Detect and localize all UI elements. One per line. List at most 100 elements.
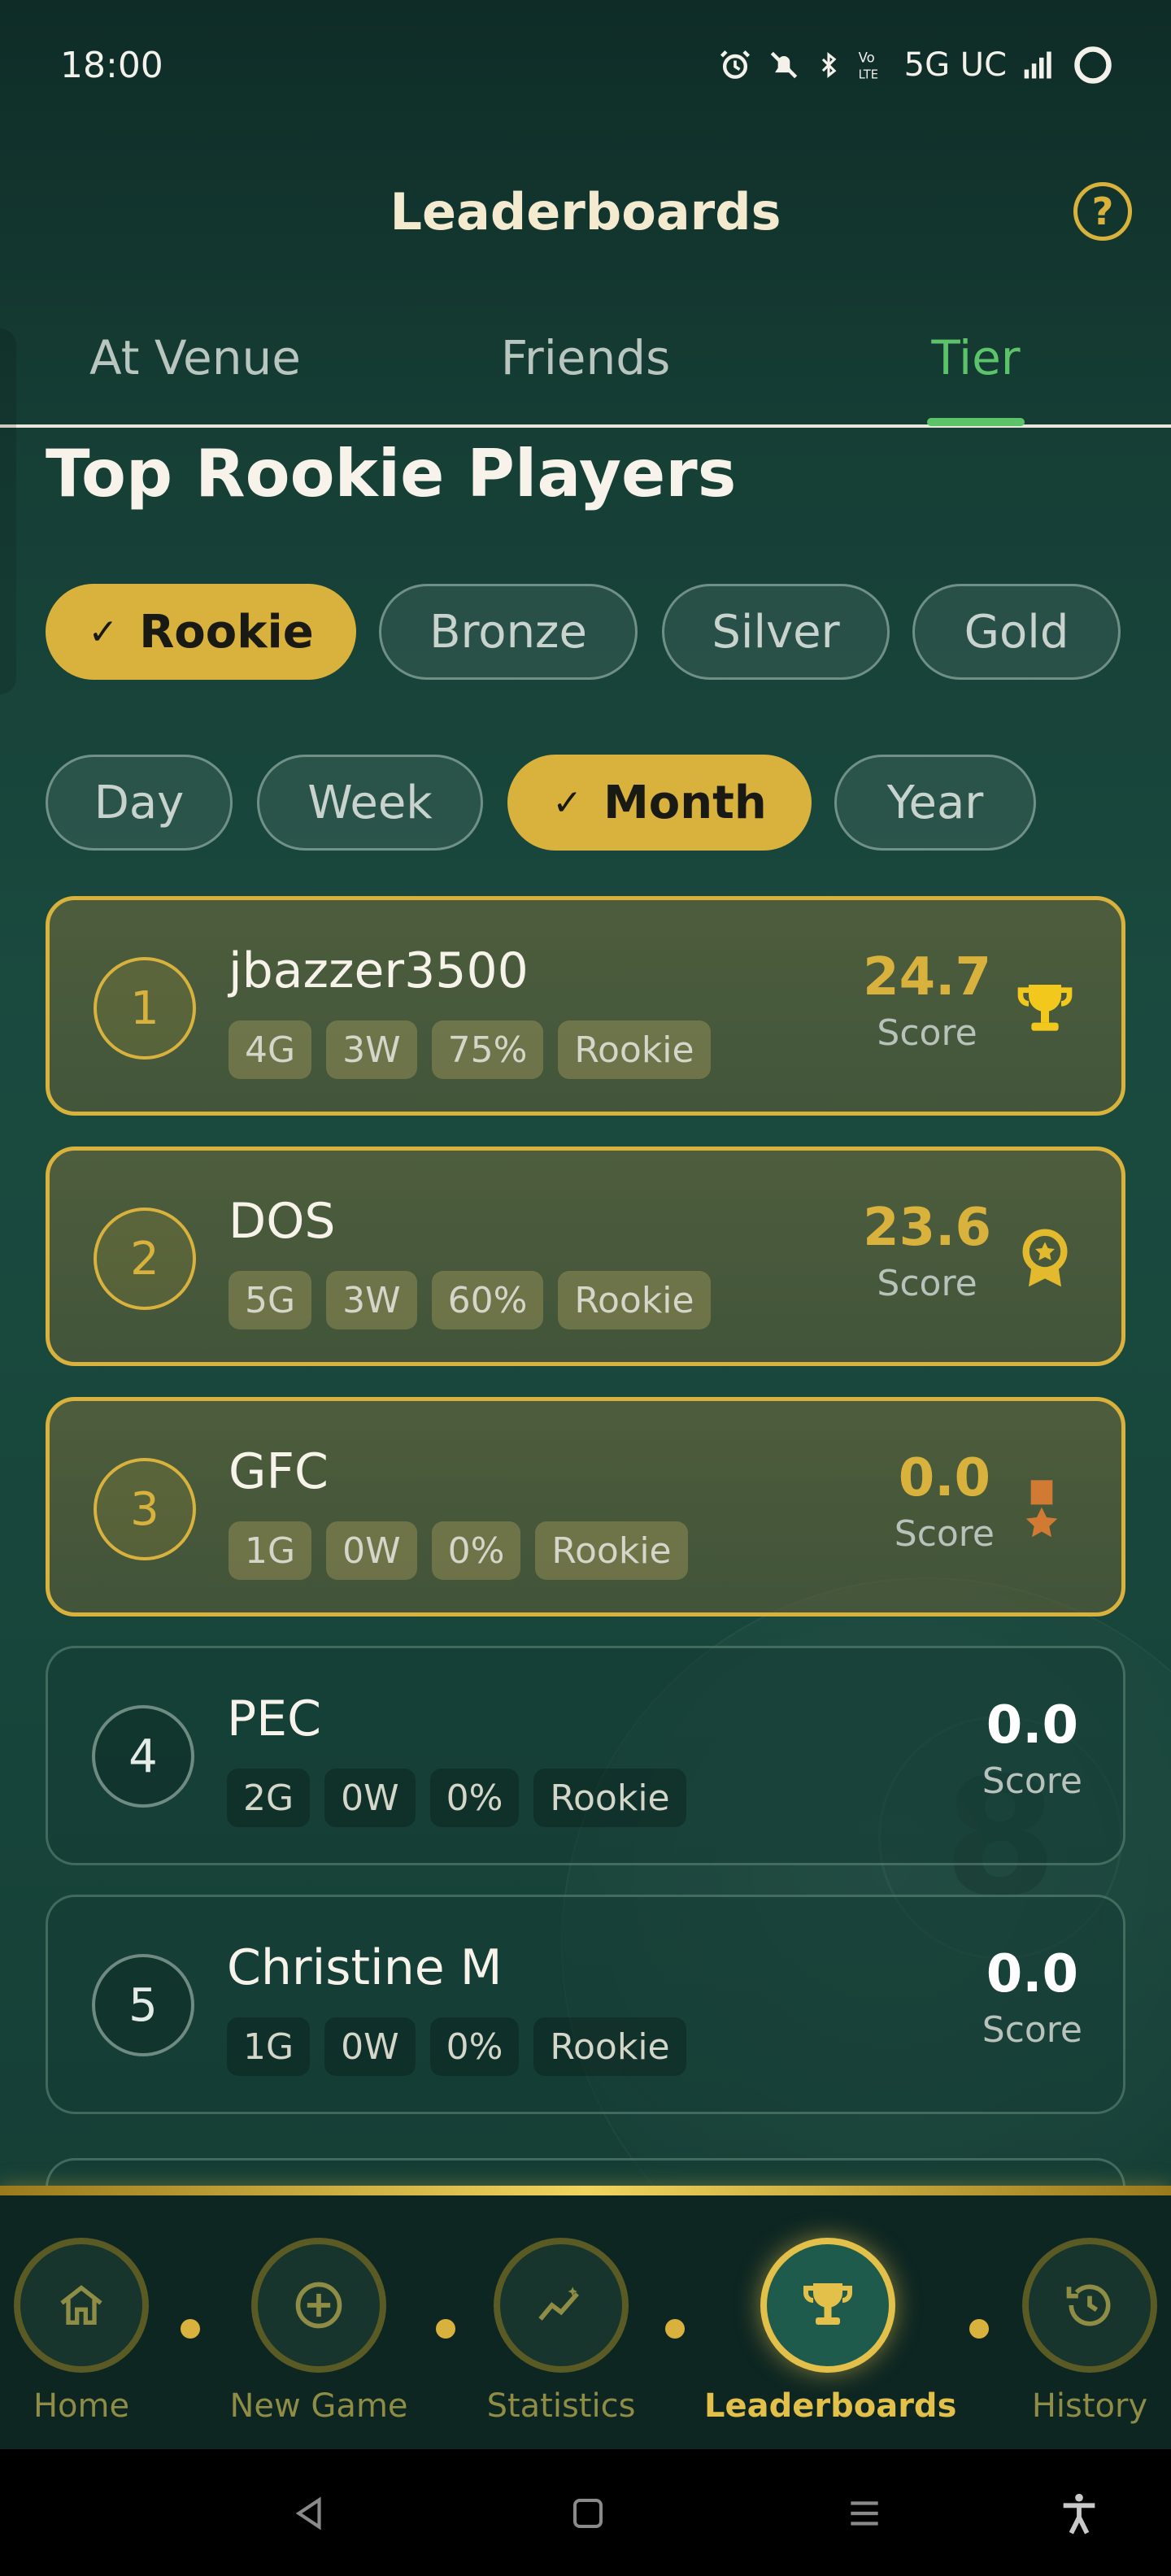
nav-label: Home <box>33 2387 130 2425</box>
signal-icon <box>1024 51 1051 79</box>
nav-label: Statistics <box>486 2387 636 2425</box>
tab-at-venue[interactable]: At Venue <box>49 309 342 407</box>
status-bar: 18:00 Vo LTE 5G UC <box>0 0 1171 130</box>
ribbon-icon <box>1025 1480 1058 1538</box>
rank-badge: 1 <box>94 957 196 1060</box>
score-label: Score <box>894 1513 995 1555</box>
app-header: Leaderboards ? <box>0 163 1171 260</box>
nav-new-game-circle <box>251 2238 386 2373</box>
chip-tier-rookie[interactable]: ✓ Rookie <box>46 584 356 680</box>
score-label: Score <box>877 1263 977 1304</box>
system-nav-bar <box>0 2449 1171 2576</box>
games-tag: 5G <box>229 1271 312 1329</box>
win-pct-tag: 75% <box>431 1020 544 1079</box>
bottom-nav: Home New Game Statistics Leaderboards Hi… <box>0 2192 1171 2449</box>
nav-history[interactable]: History <box>1008 2195 1171 2452</box>
help-icon: ? <box>1091 189 1114 233</box>
player-score: 0.0 Score <box>982 1695 1082 1802</box>
chip-label: Gold <box>964 605 1069 659</box>
nav-label: Leaderboards <box>704 2387 957 2425</box>
player-score: 0.0 Score <box>982 1944 1082 2051</box>
nav-label: New Game <box>229 2387 408 2425</box>
bell-muted-icon <box>770 51 797 79</box>
home-icon <box>60 2285 102 2325</box>
nav-separator-dot <box>969 2319 989 2339</box>
plus-circle-icon <box>295 2282 342 2329</box>
network-type: 5G UC <box>903 46 1007 84</box>
volte-icon: Vo LTE <box>858 50 877 82</box>
leaderboard-row[interactable]: 2 DOS 5G 3W 60% Rookie 23.6 Score <box>46 1147 1125 1366</box>
chip-tier-gold[interactable]: Gold <box>912 584 1121 680</box>
bluetooth-icon <box>821 52 837 78</box>
chip-label: Silver <box>712 605 840 659</box>
nav-new-game[interactable]: New Game <box>220 2195 418 2452</box>
score-label: Score <box>877 1012 977 1054</box>
rank-badge: 3 <box>94 1458 196 1560</box>
section-title: Top Rookie Players <box>46 436 737 511</box>
help-button[interactable]: ? <box>1073 182 1132 241</box>
svg-text:LTE: LTE <box>858 68 877 82</box>
menu-lines-icon <box>851 2501 878 2526</box>
app-root: 8 18:00 VoLTE 5G UC Leaderboards ? At Ve… <box>0 0 1171 2576</box>
leaderboard-tabs: At Venue Friends Tier <box>0 309 1171 428</box>
nav-home[interactable]: Home <box>0 2195 163 2452</box>
chart-icon <box>538 2287 579 2321</box>
chip-label: Month <box>603 776 767 829</box>
score-value: 0.0 <box>986 1695 1079 1756</box>
wins-tag: 0W <box>326 1521 417 1580</box>
chip-period-year[interactable]: Year <box>834 755 1036 851</box>
nav-separator-dot <box>665 2319 685 2339</box>
leaderboard-row[interactable]: 3 GFC 1G 0W 0% Rookie 0.0 Score <box>46 1397 1125 1617</box>
chip-tier-silver[interactable]: Silver <box>662 584 890 680</box>
win-pct-tag: 60% <box>431 1271 544 1329</box>
accessibility-icon <box>1063 2493 1095 2535</box>
tier-tag: Rookie <box>535 1521 688 1580</box>
tier-tag: Rookie <box>533 2017 686 2076</box>
square-icon <box>573 2499 603 2528</box>
player-stats: 4G 3W 75% Rookie <box>229 1020 711 1079</box>
chip-label: Rookie <box>139 605 314 659</box>
tab-tier[interactable]: Tier <box>829 309 1122 407</box>
nav-separator-dot <box>436 2319 455 2339</box>
chip-period-month[interactable]: ✓ Month <box>507 755 812 851</box>
rank-badge: 4 <box>92 1705 194 1808</box>
leaderboard-row[interactable]: 5 Christine M 1G 0W 0% Rookie 0.0 Score <box>46 1895 1125 2114</box>
nav-leaderboards-circle <box>760 2238 895 2373</box>
rank-badge: 2 <box>94 1208 196 1310</box>
nav-statistics[interactable]: Statistics <box>472 2195 651 2452</box>
chip-tier-bronze[interactable]: Bronze <box>379 584 638 680</box>
nav-leaderboards[interactable]: Leaderboards <box>704 2195 957 2452</box>
tier-tag: Rookie <box>558 1271 711 1329</box>
chip-label: Week <box>307 776 433 829</box>
status-time: 18:00 <box>60 44 163 86</box>
home-system-button[interactable] <box>559 2485 616 2542</box>
wins-tag: 3W <box>326 1271 417 1329</box>
leaderboard-row[interactable]: 1 jbazzer3500 4G 3W 75% Rookie 24.7 Scor… <box>46 896 1125 1116</box>
win-pct-tag: 0% <box>431 1521 521 1580</box>
nav-home-circle <box>14 2238 149 2373</box>
trophy-icon <box>803 2283 852 2325</box>
nav-history-circle <box>1022 2238 1157 2373</box>
tier-tag: Rookie <box>533 1769 686 1827</box>
recents-button[interactable] <box>836 2485 893 2542</box>
games-tag: 4G <box>229 1020 312 1079</box>
chip-label: Day <box>94 776 185 829</box>
player-stats: 5G 3W 60% Rookie <box>229 1271 711 1329</box>
player-name: DOS <box>229 1193 336 1250</box>
wins-tag: 0W <box>324 2017 416 2076</box>
alarm-icon <box>720 50 750 79</box>
check-icon: ✓ <box>88 611 119 653</box>
accessibility-button[interactable] <box>1051 2485 1108 2542</box>
back-button[interactable] <box>281 2485 337 2542</box>
score-value: 24.7 <box>863 947 991 1007</box>
chip-label: Bronze <box>429 605 587 659</box>
score-value: 0.0 <box>986 1944 1079 2004</box>
win-pct-tag: 0% <box>429 1769 520 1827</box>
leaderboard-row[interactable]: 4 PEC 2G 0W 0% Rookie 0.0 Score <box>46 1646 1125 1865</box>
chip-period-day[interactable]: Day <box>46 755 233 851</box>
chip-period-week[interactable]: Week <box>257 755 483 851</box>
tab-friends[interactable]: Friends <box>439 309 732 407</box>
games-tag: 2G <box>227 1769 311 1827</box>
drawer-edge-handle <box>0 329 16 694</box>
score-value: 23.6 <box>863 1198 991 1258</box>
